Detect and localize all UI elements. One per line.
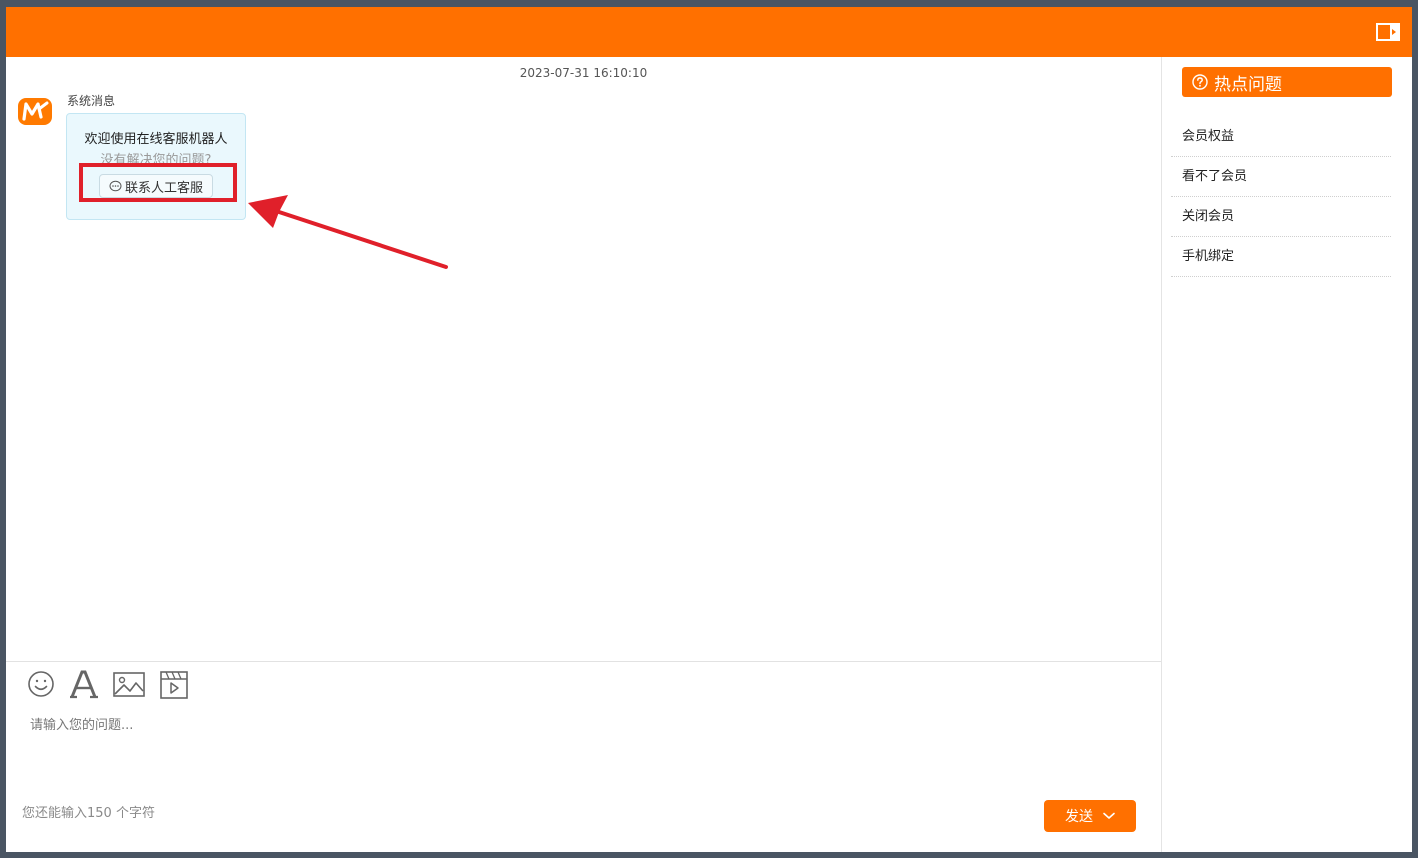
question-circle-icon — [1192, 74, 1208, 90]
video-icon[interactable] — [158, 669, 190, 701]
char-count: 您还能输入150 个字符 — [22, 806, 155, 821]
image-icon[interactable] — [112, 669, 145, 701]
chat-window: 2023-07-31 16:10:10 系统消息 欢迎使用在线客服机器人 没有解… — [6, 7, 1412, 852]
message-input[interactable] — [28, 712, 1142, 786]
hot-questions-title: 热点问题 — [1214, 74, 1282, 95]
message-title: 欢迎使用在线客服机器人 — [84, 132, 228, 147]
hot-questions-sidebar: 热点问题 会员权益 看不了会员 关闭会员 手机绑定 — [1162, 57, 1412, 852]
font-icon[interactable] — [68, 669, 100, 701]
brand-logo-icon — [17, 95, 53, 127]
hot-question-item[interactable]: 关闭会员 — [1171, 197, 1391, 237]
expand-panel-icon[interactable] — [1376, 22, 1402, 42]
emoji-icon[interactable] — [26, 669, 58, 701]
hot-question-item[interactable]: 看不了会员 — [1171, 157, 1391, 197]
composer-divider — [6, 661, 1161, 662]
send-button[interactable]: 发送 — [1044, 800, 1136, 832]
top-bar — [6, 7, 1412, 57]
sender-name: 系统消息 — [67, 94, 116, 108]
annotation-arrow — [248, 195, 448, 269]
hot-question-item[interactable]: 会员权益 — [1171, 117, 1391, 157]
message-timestamp: 2023-07-31 16:10:10 — [519, 66, 648, 80]
hot-questions-list: 会员权益 看不了会员 关闭会员 手机绑定 — [1171, 117, 1391, 277]
send-label: 发送 — [1065, 809, 1093, 825]
highlight-annotation-box — [79, 163, 237, 202]
chat-panel: 2023-07-31 16:10:10 系统消息 欢迎使用在线客服机器人 没有解… — [6, 57, 1162, 852]
chevron-down-icon[interactable] — [1103, 812, 1115, 820]
hot-question-item[interactable]: 手机绑定 — [1171, 237, 1391, 277]
hot-questions-header: 热点问题 — [1182, 67, 1392, 97]
